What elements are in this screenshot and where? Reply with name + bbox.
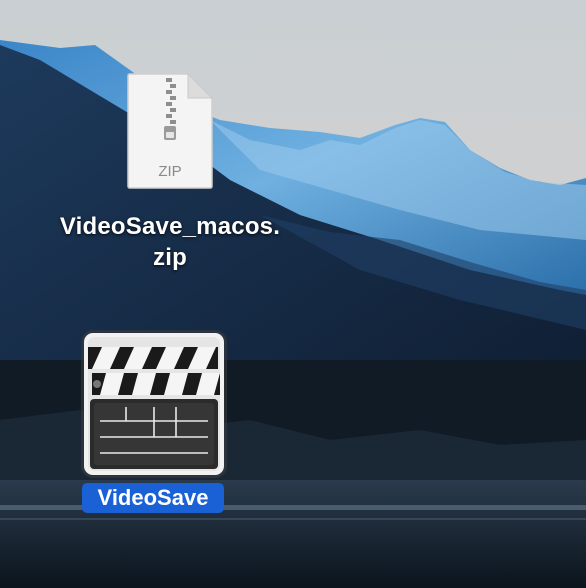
zip-archive-icon: ZIP <box>127 72 214 189</box>
zip-type-badge: ZIP <box>158 163 181 180</box>
zip-file-label[interactable]: VideoSave_macos. zip <box>40 211 300 273</box>
zip-file-name-line1: VideoSave_macos. <box>59 213 281 240</box>
videosave-app-label[interactable]: VideoSave <box>82 483 224 513</box>
zip-file-name-line2: zip <box>153 244 187 271</box>
videosave-app-icon-selection[interactable] <box>81 330 227 478</box>
zip-file-icon[interactable]: ZIP <box>126 72 214 190</box>
desktop[interactable]: ZIP VideoSave_macos. zip VideoSave <box>0 0 586 588</box>
clapperboard-app-icon <box>84 333 224 475</box>
